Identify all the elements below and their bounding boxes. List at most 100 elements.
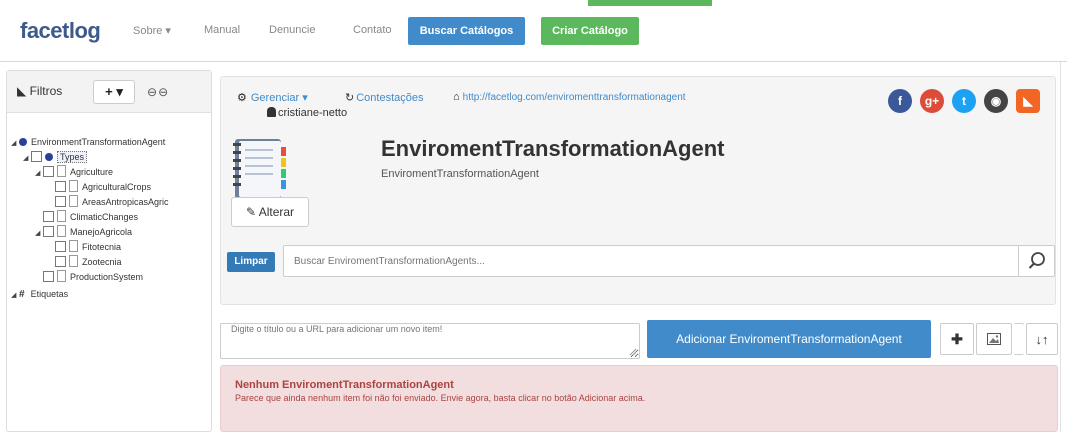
catalog-title: EnviromentTransformationAgent: [381, 136, 725, 161]
hash-tag-icon: #: [19, 289, 25, 300]
tree-node-label: EnvironmentTransformationAgent: [31, 137, 166, 147]
document-icon: [69, 240, 78, 252]
contestacoes-label: Contestações: [356, 92, 424, 104]
tree-checkbox[interactable]: [31, 151, 42, 162]
filter-tag-icon: ◣: [17, 84, 27, 98]
top-accent-bar: [588, 0, 712, 6]
tree-node[interactable]: ClimaticChanges: [35, 210, 138, 224]
expand-toggle-icon[interactable]: ◢: [11, 289, 19, 303]
image-icon: [987, 333, 1001, 345]
user-icon: [267, 107, 276, 117]
document-icon: [69, 180, 78, 192]
catalog-dot-icon: [45, 153, 53, 161]
add-item-button[interactable]: Adicionar EnviromentTransformationAgent: [647, 320, 931, 358]
tree-node-label: ClimaticChanges: [70, 212, 139, 222]
expand-toggle-icon[interactable]: ◢: [11, 137, 19, 151]
add-filter-dropdown[interactable]: + ▾: [93, 80, 135, 104]
expand-all-icon[interactable]: ⊖: [158, 85, 169, 99]
buscar-catalogos-button[interactable]: Buscar Catálogos: [408, 17, 525, 45]
nav-sobre[interactable]: Sobre ▾: [133, 24, 171, 37]
rss-icon[interactable]: ◣: [1016, 89, 1040, 113]
tree-checkbox[interactable]: [43, 211, 54, 222]
tree-checkbox[interactable]: [55, 181, 66, 192]
contestacoes-link[interactable]: ↻ Contestações: [345, 91, 423, 104]
catalog-panel: ⚙ Gerenciar ▾ ↻ Contestações ⌂ http://facet…: [220, 76, 1056, 305]
more-tools-partial[interactable]: [1014, 323, 1024, 355]
twitter-icon[interactable]: t: [952, 89, 976, 113]
owner-username: cristiane-netto: [278, 107, 348, 119]
gerenciar-label: Gerenciar ▾: [250, 92, 308, 104]
gear-icon: ⚙: [237, 92, 247, 104]
tree-node-label: ManejoAgricola: [70, 227, 133, 237]
catalog-notebook-icon: [233, 139, 286, 199]
limpar-button[interactable]: Limpar: [227, 252, 275, 272]
catalog-search-input[interactable]: [284, 246, 1016, 276]
home-icon: ⌂: [453, 91, 460, 103]
expand-toggle-icon[interactable]: ◢: [35, 227, 43, 241]
document-icon: [57, 270, 66, 282]
resize-grip-icon[interactable]: [629, 348, 637, 356]
pencil-icon: ✎: [245, 205, 257, 219]
tree-node-label: Types: [57, 151, 88, 163]
nav-manual[interactable]: Manual: [204, 24, 240, 36]
sidebar-header: ◣ Filtros + ▾ ⊖⊖: [7, 71, 211, 113]
gerenciar-menu[interactable]: ⚙ Gerenciar ▾: [237, 91, 308, 104]
search-icon: [1028, 252, 1045, 269]
tree-checkbox[interactable]: [43, 271, 54, 282]
tree-node-label: Etiquetas: [30, 289, 69, 299]
tree-node[interactable]: AreasAntropicasAgric: [47, 195, 169, 209]
tree-node[interactable]: ◢ Types: [23, 150, 88, 166]
nav-denuncie[interactable]: Denuncie: [269, 24, 315, 36]
facebook-icon[interactable]: f: [888, 89, 912, 113]
tree-node-label: Agriculture: [70, 167, 114, 177]
expand-toggle-icon[interactable]: ◢: [23, 152, 31, 166]
document-icon: [57, 225, 66, 237]
document-icon: [57, 210, 66, 222]
tree-node[interactable]: ◢ ManejoAgricola: [35, 225, 132, 239]
tree-node-label: Zootecnia: [82, 257, 122, 267]
add-image-button[interactable]: [976, 323, 1012, 355]
add-plus-button[interactable]: ✚: [940, 323, 974, 355]
tree-node[interactable]: ◢ Agriculture: [35, 165, 113, 179]
tree-node-label: Fitotecnia: [82, 242, 122, 252]
tree-node[interactable]: ◢ # Etiquetas: [11, 287, 68, 301]
tree-checkbox[interactable]: [55, 241, 66, 252]
collapse-all-icon[interactable]: ⊖: [147, 85, 158, 99]
filter-sidebar: ◣ Filtros + ▾ ⊖⊖ ◢ EnvironmentTransformat…: [6, 70, 212, 432]
collapse-expand-controls: ⊖⊖: [147, 85, 169, 99]
tree-checkbox[interactable]: [43, 166, 54, 177]
filtros-toggle[interactable]: ◣ Filtros: [17, 84, 62, 98]
nav-contato[interactable]: Contato: [353, 24, 392, 36]
catalog-search-box: [283, 245, 1055, 277]
tree-node-label: AgriculturalCrops: [82, 182, 152, 192]
tree-node[interactable]: ProductionSystem: [35, 270, 143, 284]
document-icon: [69, 195, 78, 207]
plus-icon: ✚: [951, 331, 963, 347]
criar-catalogo-button[interactable]: Criar Catálogo: [541, 17, 639, 45]
document-icon: [69, 255, 78, 267]
alterar-button[interactable]: ✎ Alterar: [231, 197, 309, 227]
tree-checkbox[interactable]: [55, 256, 66, 267]
tree-node[interactable]: AgriculturalCrops: [47, 180, 151, 194]
empty-catalog-alert: Nenhum EnviromentTransformationAgent Par…: [220, 365, 1058, 432]
tree-checkbox[interactable]: [55, 196, 66, 207]
github-icon[interactable]: ◉: [984, 89, 1008, 113]
sort-button[interactable]: ↓↑: [1026, 323, 1058, 355]
alterar-label: Alterar: [258, 205, 295, 219]
owner-user-link[interactable]: cristiane-netto: [267, 107, 347, 119]
brand-logo[interactable]: facetlog: [20, 18, 101, 44]
search-button[interactable]: [1018, 246, 1054, 276]
catalog-url-link[interactable]: ⌂ http://facetlog.com/enviromenttransform…: [453, 91, 686, 103]
document-icon: [57, 165, 66, 177]
tree-node-label: ProductionSystem: [70, 272, 144, 282]
alert-message: Parece que ainda nenhum item foi não foi…: [235, 393, 646, 403]
tree-node[interactable]: Fitotecnia: [47, 240, 121, 254]
new-item-input[interactable]: [220, 323, 640, 359]
tree-checkbox[interactable]: [43, 226, 54, 237]
tree-node[interactable]: ◢ EnvironmentTransformationAgent: [11, 135, 165, 149]
filtros-label: Filtros: [29, 84, 63, 98]
google-plus-icon[interactable]: g+: [920, 89, 944, 113]
expand-toggle-icon[interactable]: ◢: [35, 167, 43, 181]
alert-title: Nenhum EnviromentTransformationAgent: [235, 379, 454, 391]
tree-node[interactable]: Zootecnia: [47, 255, 122, 269]
